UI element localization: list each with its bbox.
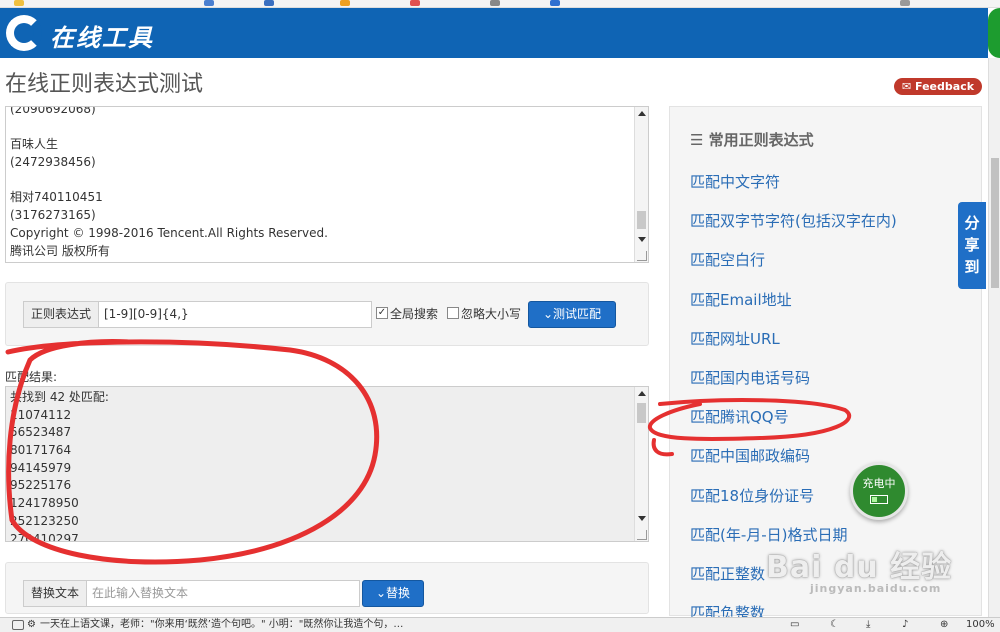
resize-handle-icon[interactable] [637, 530, 647, 540]
feedback-label: Feedback [915, 80, 975, 93]
feedback-button[interactable]: ✉ Feedback [894, 78, 982, 95]
result-label: 匹配结果: [5, 370, 58, 384]
regex-input[interactable]: [1-9][0-9]{4,} [98, 301, 372, 328]
result-scrollbar-thumb[interactable] [637, 403, 646, 423]
charging-label: 充电中 [862, 477, 896, 490]
source-line: 腾讯公司 版权所有 [10, 243, 110, 258]
gear-icon[interactable]: ⚙ [27, 618, 36, 632]
sidebar-link[interactable]: 匹配网址URL [690, 328, 780, 349]
site-logo-text[interactable]: 在线工具 [50, 18, 154, 53]
sidebar-title-text: 常用正则表达式 [708, 131, 814, 149]
page-title: 在线正则表达式测试 [5, 72, 204, 97]
sidebar-link[interactable]: 匹配空白行 [690, 249, 765, 270]
sidebar-link[interactable]: 匹配18位身份证号 [690, 485, 814, 506]
site-logo-icon[interactable] [6, 15, 42, 51]
sidebar-link[interactable]: 匹配中国邮政编码 [690, 445, 810, 466]
result-line: 80171764 [10, 443, 72, 458]
sidebar-title: ☰ 常用正则表达式 [690, 129, 814, 150]
battery-icon [870, 495, 888, 504]
source-line [10, 119, 328, 137]
chevron-down-icon: ⌄ [375, 586, 387, 600]
page-scrollbar-thumb[interactable] [991, 158, 999, 288]
test-match-button[interactable]: ⌄测试匹配 [528, 301, 616, 328]
result-line: 共找到 42 处匹配: [10, 390, 109, 404]
regex-panel: 正则表达式 [1-9][0-9]{4,} ✓ 全局搜索 忽略大小写 ⌄测试匹配 [5, 282, 649, 346]
mail-icon: ✉ [901, 80, 912, 93]
charging-badge[interactable]: 充电中 [850, 462, 908, 520]
share-char: 到 [964, 258, 980, 276]
result-line: 124178950 [10, 496, 79, 511]
replace-input[interactable]: 在此输入替换文本 [86, 580, 360, 607]
source-line: (3176273165) [10, 208, 96, 223]
result-output[interactable]: 共找到 42 处匹配: 11074112 56523487 80171764 94145… [5, 386, 649, 542]
test-match-label: 测试匹配 [553, 307, 602, 321]
share-char: 享 [964, 236, 980, 254]
result-line: 56523487 [10, 425, 72, 440]
result-content: 共找到 42 处匹配: 11074112 56523487 80171764 94145… [10, 389, 109, 542]
download-icon[interactable]: ⤓ [866, 618, 870, 632]
list-icon: ☰ [690, 131, 709, 149]
share-char: 分 [964, 214, 980, 232]
scroll-down-arrow-icon[interactable] [638, 516, 646, 521]
sidebar-link[interactable]: 匹配国内电话号码 [690, 367, 810, 388]
replace-button-label: 替换 [386, 586, 411, 600]
scroll-up-arrow-icon[interactable] [638, 391, 646, 396]
share-tab[interactable]: 分 享 到 [958, 202, 986, 289]
night-mode-icon[interactable]: ☾ [830, 618, 839, 632]
site-header: 在线工具 [0, 8, 988, 58]
replace-panel: 替换文本 在此输入替换文本 ⌄替换 [5, 562, 649, 614]
zoom-icon[interactable]: ⊕ [940, 618, 948, 632]
speaker-icon[interactable]: ♪ [902, 618, 908, 632]
source-text-input[interactable]: (2090692068) 百味人生 (2472938456) 相对740110451 (… [5, 106, 649, 263]
browser-statusbar: ⚙ 一天在上语文课，老师："你来用‘既然’造个句吧。" 小明："既然你让我造个句… [0, 617, 1000, 632]
chevron-down-icon: ⌄ [542, 307, 554, 321]
watermark-url: jingyan.baidu.com [810, 582, 942, 595]
replace-button[interactable]: ⌄替换 [362, 580, 424, 607]
source-line: Copyright © 1998-2016 Tencent.All Rights… [10, 225, 328, 240]
global-search-checkbox[interactable]: ✓ [376, 307, 388, 319]
source-scrollbar-thumb[interactable] [637, 211, 646, 229]
sidebar-link[interactable]: 匹配腾讯QQ号 [690, 406, 789, 427]
replace-label: 替换文本 [23, 580, 87, 607]
checkbox-icon[interactable] [12, 620, 24, 630]
chat-icon[interactable]: ▭ [790, 618, 799, 632]
scroll-down-arrow-icon[interactable] [638, 237, 646, 242]
sidebar-link[interactable]: 匹配中文字符 [690, 171, 780, 192]
zoom-level[interactable]: 100% [966, 618, 995, 632]
source-line: (2090692068) [10, 106, 96, 116]
source-line: 相对740110451 [10, 190, 103, 205]
source-line: (2472938456) [10, 155, 96, 170]
resize-handle-icon[interactable] [637, 251, 647, 261]
ignore-case-checkbox[interactable] [447, 307, 459, 319]
source-line: 百味人生 [10, 137, 59, 152]
browser-bookmarks-strip [0, 0, 1000, 8]
watermark-brand: Bai du 经验 [766, 550, 953, 585]
result-line: 94145979 [10, 460, 72, 475]
sidebar-link[interactable]: 匹配Email地址 [690, 289, 792, 310]
result-line: 252123250 [10, 513, 79, 528]
global-search-label: 全局搜索 [390, 307, 439, 321]
source-text-scrollbar[interactable] [634, 107, 648, 262]
source-line [10, 172, 328, 190]
result-line: 11074112 [10, 407, 72, 422]
sidebar-link[interactable]: 匹配双字节字符(包括汉字在内) [690, 210, 897, 231]
baidu-watermark: Bai du 经验 jingyan.baidu.com [750, 520, 990, 610]
regex-label: 正则表达式 [23, 301, 99, 328]
scroll-up-arrow-icon[interactable] [638, 111, 646, 116]
result-scrollbar[interactable] [634, 387, 648, 541]
result-line: 95225176 [10, 478, 72, 493]
browser-corner-badge [988, 8, 1000, 58]
status-news-ticker[interactable]: 一天在上语文课，老师："你来用‘既然’造个句吧。" 小明："既然你让我造个句，… [40, 618, 403, 632]
source-text-content: (2090692068) 百味人生 (2472938456) 相对740110451 (… [10, 106, 328, 260]
ignore-case-label: 忽略大小写 [461, 307, 522, 321]
result-line: 270410297 [10, 531, 79, 542]
